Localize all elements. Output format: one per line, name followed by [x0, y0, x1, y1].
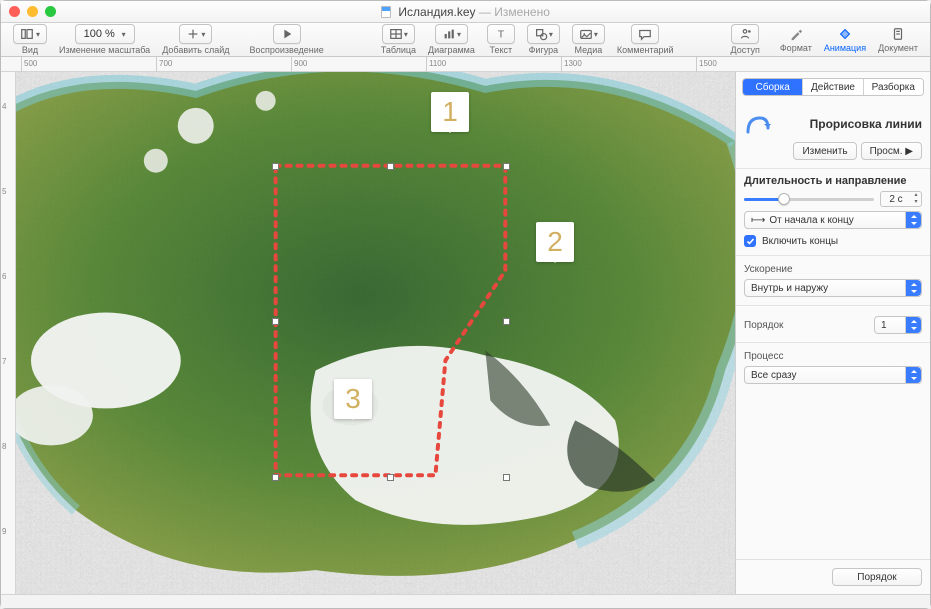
duration-heading: Длительность и направление: [744, 175, 922, 187]
document-icon: [381, 6, 391, 18]
preview-effect-button[interactable]: Просм. ▶: [861, 142, 922, 160]
resize-handle[interactable]: [503, 474, 510, 481]
filename-label: Исландия.key: [398, 5, 475, 19]
text-button[interactable]: T Текст: [481, 23, 521, 56]
minimize-window-button[interactable]: [27, 6, 38, 17]
duration-slider[interactable]: [744, 192, 874, 206]
order-heading: Порядок: [744, 320, 783, 331]
effect-title: Прорисовка линии: [778, 117, 922, 131]
change-effect-button[interactable]: Изменить: [793, 142, 856, 160]
maximize-window-button[interactable]: [45, 6, 56, 17]
slide-canvas[interactable]: 1 2 3: [16, 72, 735, 594]
map-marker-2[interactable]: 2: [536, 222, 574, 262]
build-subtabs: Сборка Действие Разборка: [742, 78, 924, 96]
resize-handle[interactable]: [387, 474, 394, 481]
format-inspector-button[interactable]: Формат: [774, 23, 818, 56]
resize-handle[interactable]: [272, 474, 279, 481]
document-title: Исландия.key — Изменено: [79, 5, 852, 19]
resize-handle[interactable]: [387, 163, 394, 170]
line-draw-icon: [744, 110, 772, 138]
acceleration-select[interactable]: Внутрь и наружу: [744, 279, 922, 297]
window-titlebar: Исландия.key — Изменено: [1, 1, 930, 23]
resize-handle[interactable]: [272, 163, 279, 170]
selection-box: [276, 167, 506, 477]
media-button[interactable]: ▾ Медиа: [566, 23, 611, 56]
map-marker-1[interactable]: 1: [431, 92, 469, 132]
resize-handle[interactable]: [503, 163, 510, 170]
document-inspector-button[interactable]: Документ: [872, 23, 924, 56]
share-button[interactable]: Доступ: [725, 23, 766, 56]
order-select[interactable]: 1: [874, 316, 922, 334]
build-order-button[interactable]: Порядок: [832, 568, 922, 586]
subtab-build-in[interactable]: Сборка: [743, 79, 802, 95]
include-ends-checkbox[interactable]: Включить концы: [744, 235, 922, 247]
animate-inspector-button[interactable]: Анимация: [818, 23, 872, 56]
subtab-action[interactable]: Действие: [802, 79, 862, 95]
view-menu-button[interactable]: ▾ Вид: [7, 23, 53, 56]
add-slide-button[interactable]: ▾ Добавить слайд: [156, 23, 235, 56]
process-select[interactable]: Все сразу: [744, 366, 922, 384]
zoom-selector[interactable]: 100 %▾ Изменение масштаба: [53, 23, 156, 56]
toolbar: ▾ Вид 100 %▾ Изменение масштаба ▾ Добави…: [1, 23, 930, 57]
chart-button[interactable]: ▾ Диаграмма: [422, 23, 481, 56]
duration-stepper[interactable]: 2 с ▴▾: [880, 191, 922, 207]
vertical-ruler: 4 5 6 7 8 9: [1, 72, 16, 594]
comment-button[interactable]: Комментарий: [611, 23, 680, 56]
acceleration-heading: Ускорение: [744, 264, 922, 275]
direction-select[interactable]: ⟼ От начала к концу: [744, 211, 922, 229]
play-button[interactable]: Воспроизведение: [244, 23, 330, 56]
inspector-panel: Сборка Действие Разборка Прорисовка лини…: [735, 72, 930, 594]
resize-handle[interactable]: [272, 318, 279, 325]
checkmark-icon: [744, 235, 756, 247]
shape-button[interactable]: ▾ Фигура: [521, 23, 566, 56]
document-status: Изменено: [494, 5, 550, 19]
status-bar: [1, 594, 930, 608]
window-controls: [9, 6, 79, 17]
map-marker-3[interactable]: 3: [334, 379, 372, 419]
close-window-button[interactable]: [9, 6, 20, 17]
svg-text:T: T: [498, 29, 505, 41]
horizontal-ruler: 500 700 900 1100 1300 1500: [1, 57, 930, 72]
subtab-build-out[interactable]: Разборка: [863, 79, 923, 95]
table-button[interactable]: ▾ Таблица: [375, 23, 422, 56]
resize-handle[interactable]: [503, 318, 510, 325]
process-heading: Процесс: [744, 351, 922, 362]
